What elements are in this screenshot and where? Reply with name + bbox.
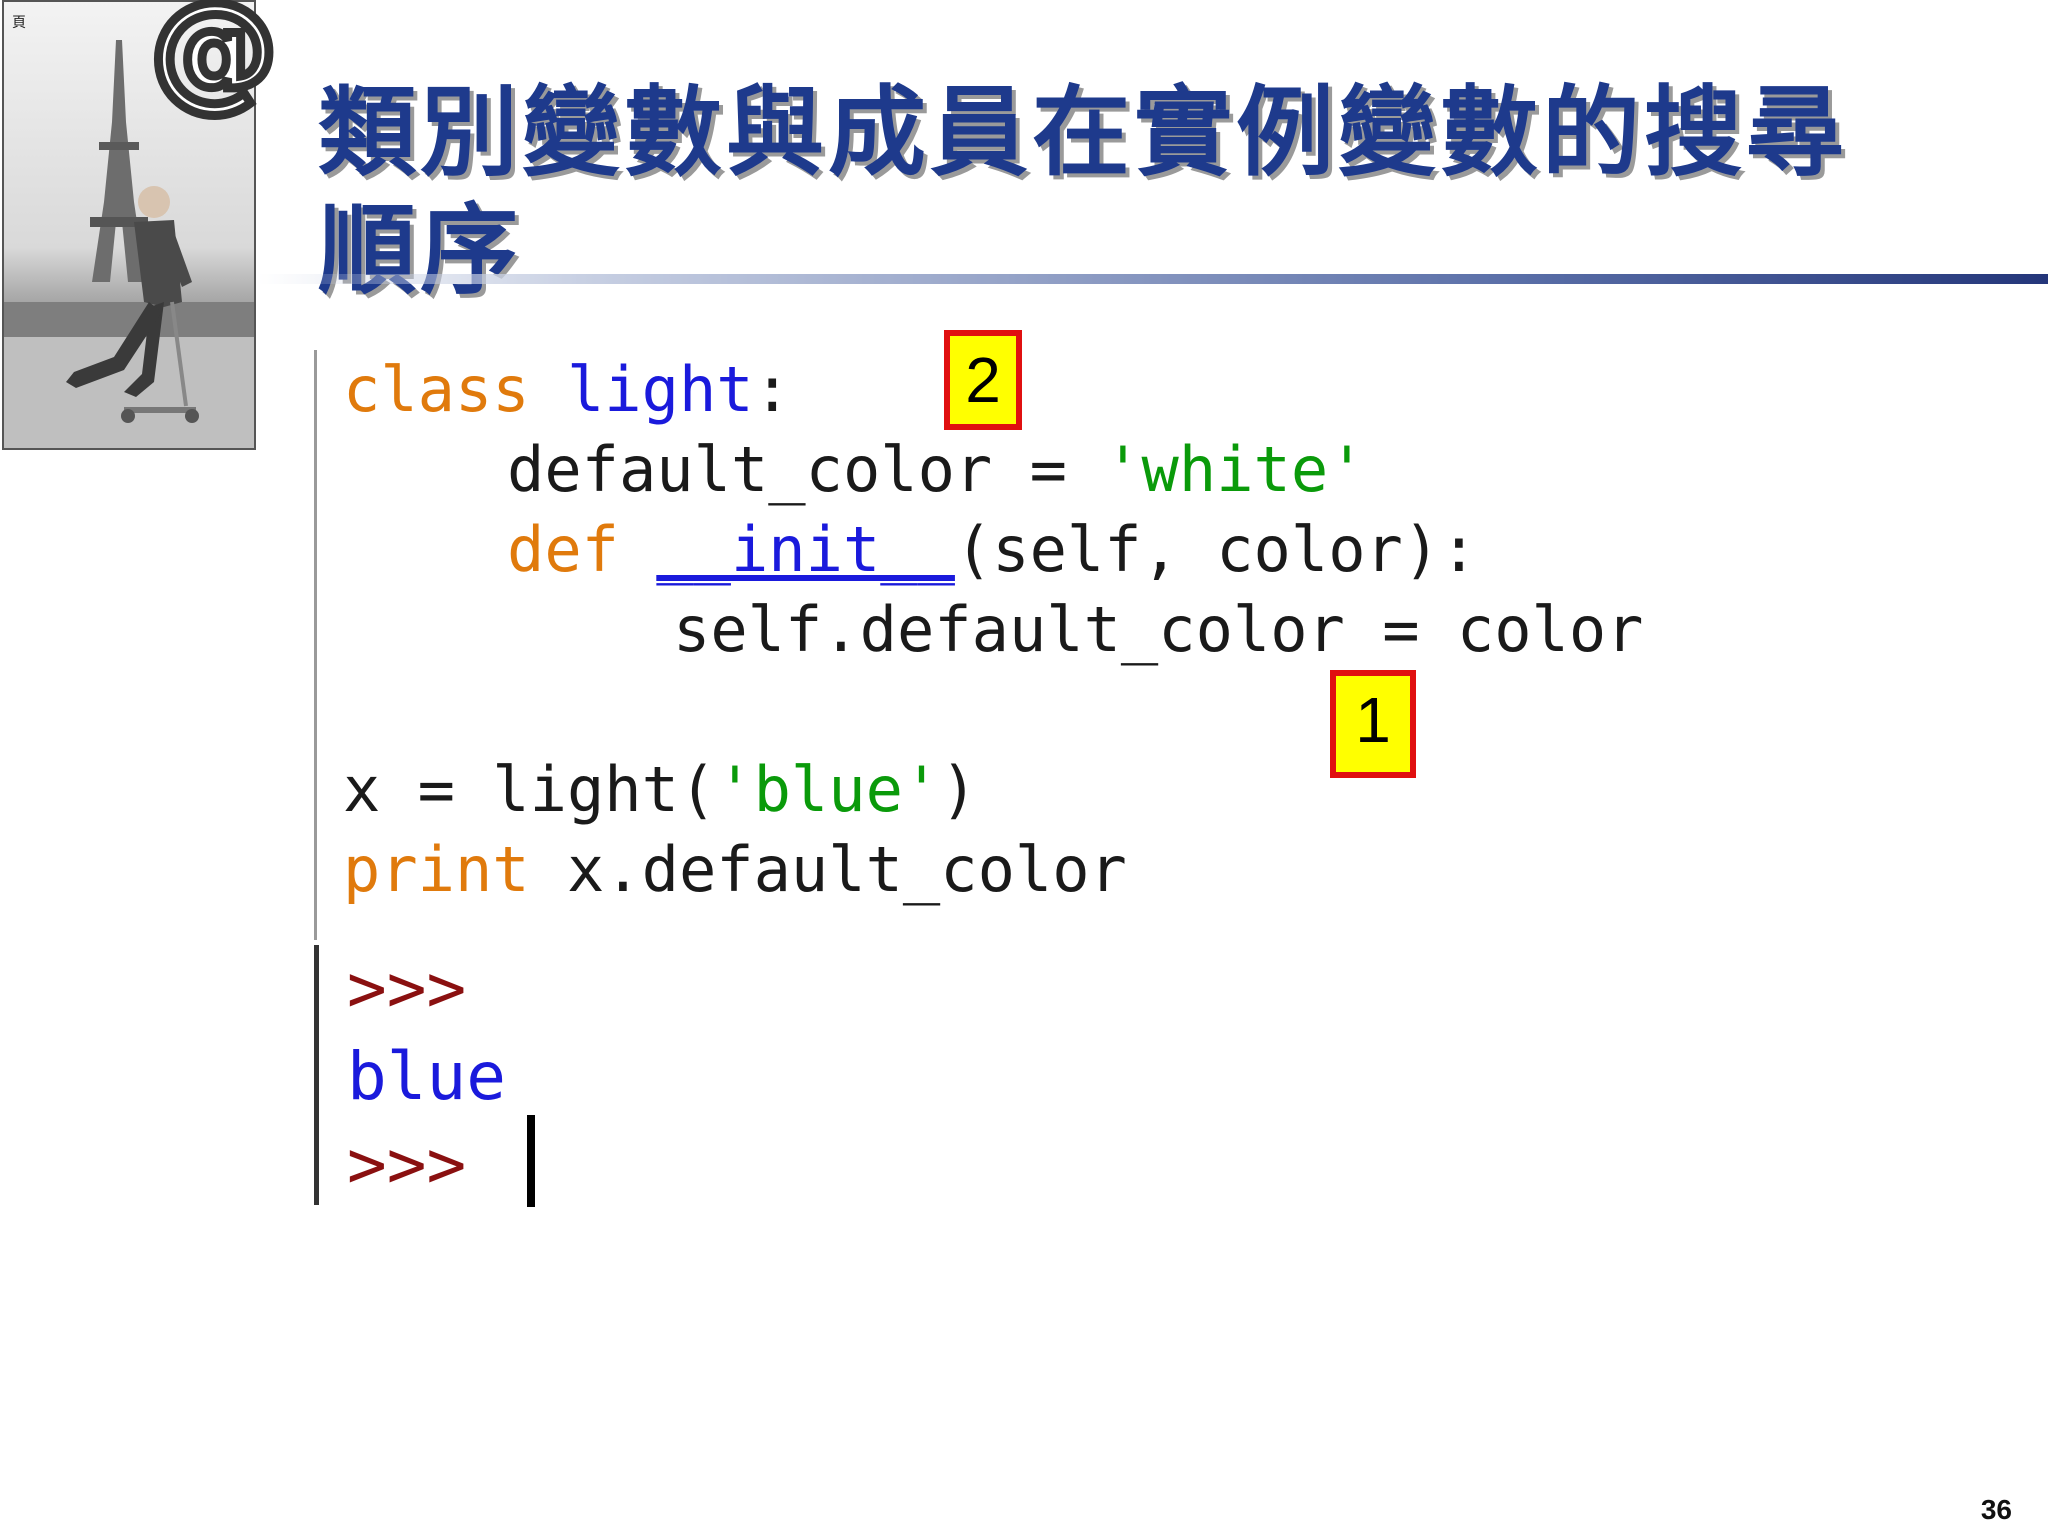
code-text: x = light(: [343, 753, 717, 826]
code-keyword: class: [343, 353, 530, 426]
code-string: 'white': [1104, 433, 1366, 506]
code-keyword: print: [343, 833, 530, 906]
photo-mark: 頁: [12, 15, 26, 31]
code-block: class light: default_color = 'white' def…: [314, 350, 1817, 940]
page-number: 36: [1980, 1494, 2012, 1525]
shell-prompt: >>>: [347, 1126, 467, 1203]
code-line-2: default_color = 'white': [507, 430, 1366, 510]
code-line-3: def __init__(self, color):: [507, 510, 1478, 590]
code-method-name: __init__: [656, 513, 955, 586]
at-logo: @: [146, 0, 283, 124]
shell-result: blue: [347, 1038, 506, 1115]
code-text: ): [940, 753, 978, 826]
code-text: (self, color):: [954, 513, 1478, 586]
code-keyword: def: [507, 513, 619, 586]
text-cursor-icon[interactable]: [527, 1115, 535, 1207]
slide: 頁 @ 類別變數與成員在實例變數的搜尋順序 class light: defau…: [0, 0, 2048, 1536]
code-line-5: x = light('blue'): [343, 750, 978, 830]
title-divider: [258, 274, 2048, 284]
code-class-name: light: [566, 353, 754, 426]
code-text: default_color =: [507, 433, 1105, 506]
shell-output: >>> blue >>>: [314, 945, 1119, 1207]
code-line-4: self.default_color = color: [673, 590, 1644, 670]
code-punct: :: [753, 353, 791, 426]
callout-1: 1: [1330, 670, 1416, 778]
code-text: x.default_color: [529, 833, 1127, 906]
shell-prompt: >>>: [347, 950, 467, 1027]
code-text: self.default_color = color: [673, 593, 1644, 666]
code-line-1: class light:: [343, 350, 791, 430]
callout-2: 2: [944, 330, 1022, 430]
code-line-6: print x.default_color: [343, 830, 1127, 910]
code-string: 'blue': [716, 753, 941, 826]
